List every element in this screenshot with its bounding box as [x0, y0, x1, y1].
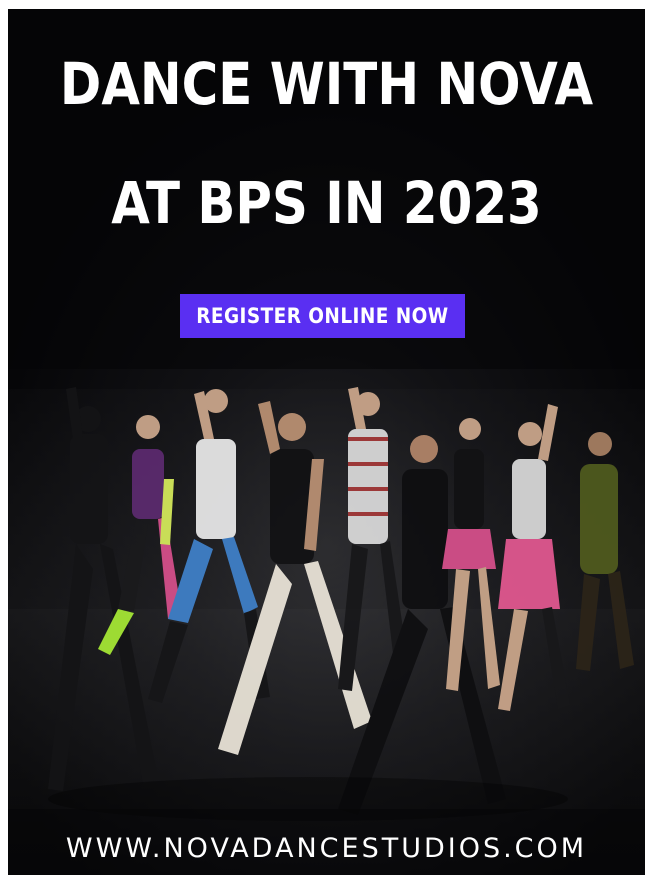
- dancers-photo: [8, 9, 645, 875]
- register-online-button[interactable]: REGISTER ONLINE NOW: [180, 294, 465, 338]
- headline-line-2: AT BPS IN 2023: [111, 169, 542, 237]
- dance-poster: DANCE WITH NOVA AT BPS IN 2023 REGISTER …: [8, 9, 645, 875]
- website-url[interactable]: WWW.NOVADANCESTUDIOS.COM: [8, 831, 645, 867]
- headline-line-1: DANCE WITH NOVA: [59, 50, 594, 118]
- register-button-label: REGISTER ONLINE NOW: [196, 304, 449, 328]
